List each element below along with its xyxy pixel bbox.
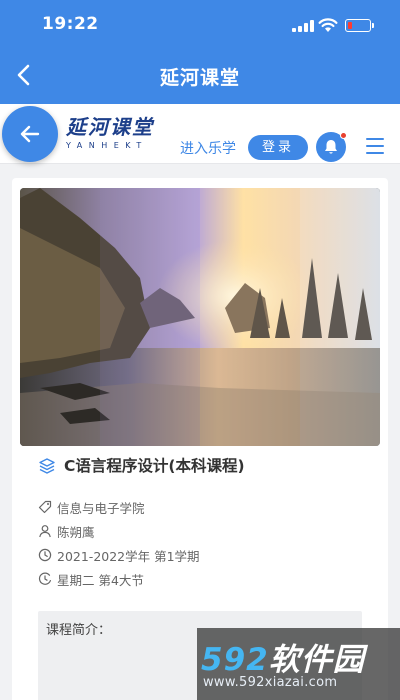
app-bar: 延河课堂 bbox=[0, 48, 400, 104]
college-text: 信息与电子学院 bbox=[57, 501, 145, 516]
enter-lexue-link[interactable]: 进入乐学 bbox=[180, 138, 236, 158]
tag-icon bbox=[38, 500, 52, 514]
clock-icon bbox=[38, 548, 52, 562]
watermark-logo: 592软件园 bbox=[201, 642, 365, 678]
watermark-url: www.592xiazai.com bbox=[203, 675, 338, 690]
brand-name-en: YANHEKT bbox=[66, 141, 148, 150]
login-button[interactable]: 登录 bbox=[248, 135, 308, 160]
wifi-icon bbox=[318, 18, 338, 32]
watermark: 592软件园 www.592xiazai.com bbox=[197, 628, 400, 700]
schedule-text: 星期二 第4大节 bbox=[57, 573, 144, 588]
status-time: 19:22 bbox=[42, 14, 99, 34]
status-bar: 19:22 bbox=[0, 0, 400, 48]
top-header: 19:22 延河课堂 bbox=[0, 0, 400, 104]
notification-button[interactable] bbox=[316, 132, 347, 162]
layers-icon bbox=[39, 458, 55, 474]
course-cover-image[interactable] bbox=[20, 188, 380, 446]
battery-icon bbox=[345, 19, 374, 32]
bell-icon bbox=[325, 140, 337, 154]
battery-level bbox=[347, 21, 352, 29]
hamburger-icon[interactable] bbox=[366, 138, 384, 154]
brand-logo: 延河课堂 YANHEKT bbox=[66, 116, 154, 150]
schedule-icon bbox=[38, 572, 51, 585]
cellular-signal-icon bbox=[292, 20, 314, 32]
user-icon bbox=[39, 525, 51, 538]
notification-badge bbox=[340, 132, 347, 139]
teacher-text: 陈朔鹰 bbox=[57, 525, 95, 540]
site-header: 延河课堂 YANHEKT 进入乐学 登录 bbox=[0, 104, 400, 164]
back-button[interactable] bbox=[2, 106, 58, 162]
brand-name-cn: 延河课堂 bbox=[66, 115, 154, 139]
summary-label: 课程简介： bbox=[46, 623, 112, 638]
arrow-left-icon bbox=[20, 125, 40, 143]
course-title: C语言程序设计(本科课程) bbox=[64, 457, 245, 475]
app-title: 延河课堂 bbox=[159, 67, 240, 89]
course-card: C语言程序设计(本科课程) 信息与电子学院 陈朔鹰 2021-2022学年 第1… bbox=[12, 178, 388, 700]
term-text: 2021-2022学年 第1学期 bbox=[57, 549, 200, 564]
